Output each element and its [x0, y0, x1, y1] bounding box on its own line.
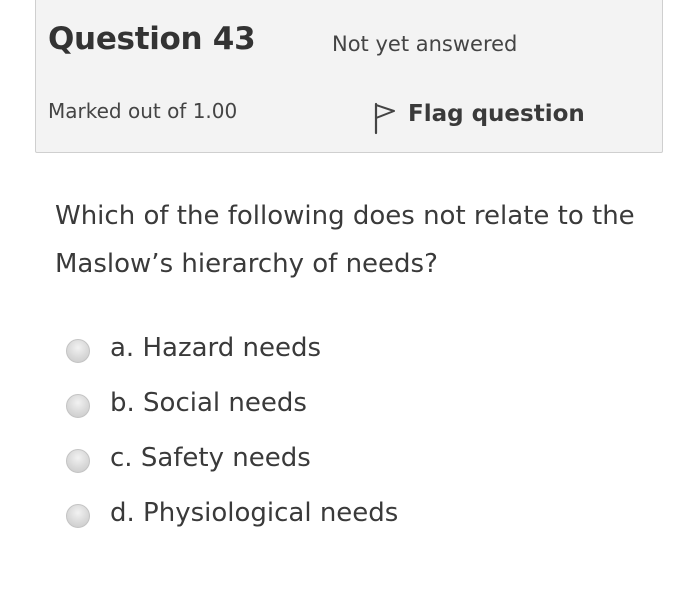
answer-option-c[interactable]: c. Safety needs: [66, 430, 398, 485]
question-grade: Marked out of 1.00: [48, 99, 238, 123]
answer-label: d. Physiological needs: [110, 497, 399, 528]
flag-question-label: Flag question: [408, 101, 585, 127]
answer-option-a[interactable]: a. Hazard needs: [66, 320, 398, 375]
answer-label: b. Social needs: [110, 387, 307, 418]
question-text: Which of the following does not relate t…: [55, 201, 635, 279]
question-info-panel: Question 43 Not yet answered Marked out …: [35, 0, 663, 153]
radio-button[interactable]: [66, 503, 90, 528]
answer-list: a. Hazard needs b. Social needs c. Safet…: [66, 320, 398, 540]
flag-icon: [372, 101, 398, 135]
question-number: Question 43: [48, 21, 256, 57]
answer-label: c. Safety needs: [110, 442, 311, 473]
question-status: Not yet answered: [332, 32, 518, 56]
radio-button[interactable]: [66, 393, 90, 418]
answer-option-b[interactable]: b. Social needs: [66, 375, 398, 430]
radio-button[interactable]: [66, 338, 90, 363]
answer-option-d[interactable]: d. Physiological needs: [66, 485, 398, 540]
radio-button[interactable]: [66, 448, 90, 473]
answer-label: a. Hazard needs: [110, 332, 322, 363]
flag-question-button[interactable]: Flag question: [372, 93, 585, 135]
